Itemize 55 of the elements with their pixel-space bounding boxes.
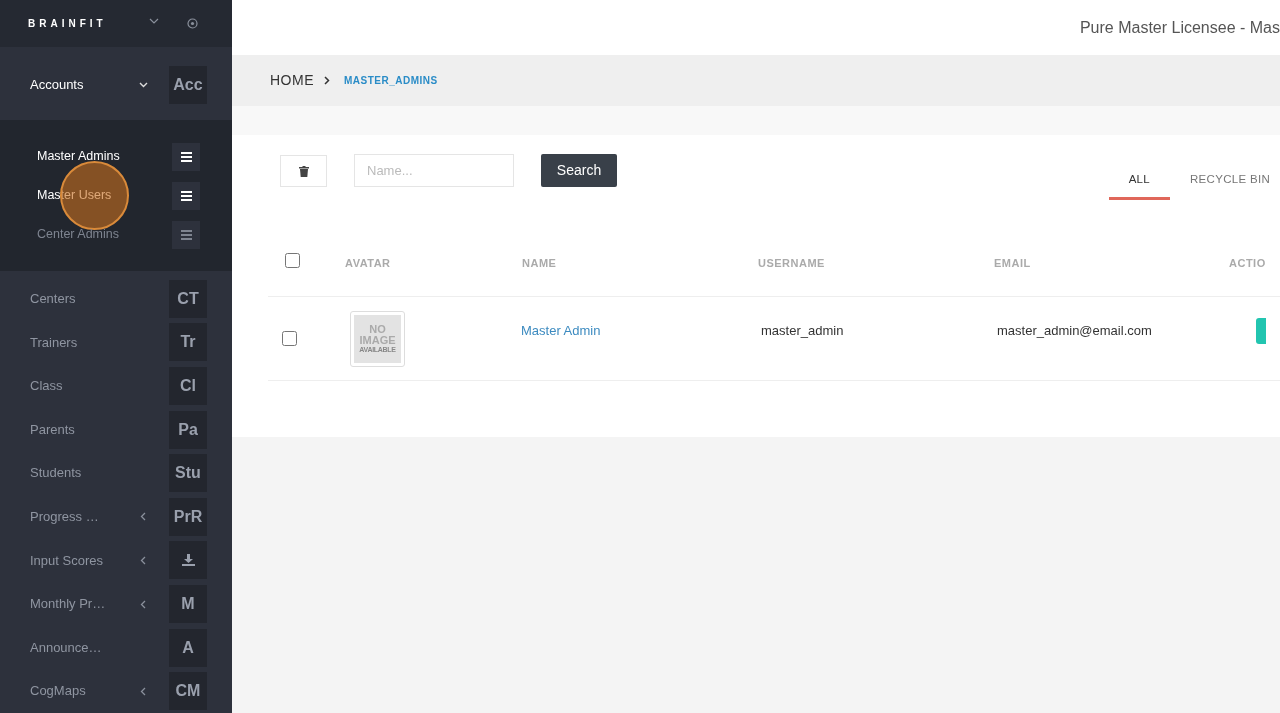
- column-header: ACTIO: [1229, 255, 1266, 271]
- chevron-down-icon: [138, 81, 148, 88]
- menu-icon[interactable]: [172, 142, 200, 171]
- table-cell: master_admin: [761, 322, 844, 338]
- chevron-left-icon: [140, 686, 146, 696]
- menu-badge: Tr: [169, 323, 207, 362]
- menu-badge: Acc: [169, 65, 207, 104]
- menu-icon[interactable]: [172, 181, 200, 210]
- submenu-item[interactable]: Master Admins: [37, 147, 172, 166]
- table-cell: master_admin@email.com: [997, 322, 1152, 338]
- avatar-placeholder-text: IMAGE: [359, 335, 396, 346]
- row-checkbox[interactable]: [282, 331, 297, 346]
- name-search-field[interactable]: Name...: [354, 154, 514, 187]
- sidebar-item[interactable]: Centers CT: [0, 277, 232, 321]
- brand-logo: BRAINFIT: [28, 17, 108, 32]
- target-icon[interactable]: [187, 18, 198, 30]
- menu-badge: PrR: [169, 497, 207, 536]
- menu-badge: CT: [169, 279, 207, 318]
- column-header: AVATAR: [345, 255, 392, 271]
- sidebar-item[interactable]: Students Stu: [0, 451, 232, 496]
- column-header: EMAIL: [994, 255, 1032, 271]
- menu-badge: Stu: [169, 454, 207, 493]
- tab[interactable]: ALL: [1108, 165, 1170, 200]
- chevron-right-icon: [324, 76, 330, 85]
- sidebar-item[interactable]: Progress … PrR: [0, 495, 232, 539]
- chevron-left-icon: [140, 599, 146, 609]
- search-button[interactable]: Search: [541, 154, 617, 187]
- delete-button[interactable]: [280, 155, 327, 187]
- breadcrumb-current: MASTER_ADMINS: [344, 74, 438, 88]
- breadcrumb-home[interactable]: HOME: [270, 70, 314, 91]
- user-title: Pure Master Licensee - Mas: [1079, 17, 1280, 38]
- menu-badge: Cl: [169, 367, 207, 406]
- sidebar-item[interactable]: Monthly Pr… M: [0, 582, 232, 626]
- download-icon: [181, 554, 195, 567]
- column-header: USERNAME: [758, 255, 826, 271]
- menu-badge: CM: [169, 672, 207, 711]
- chevron-left-icon: [140, 512, 146, 522]
- column-header: NAME: [522, 255, 558, 271]
- sidebar-item[interactable]: Announce… A: [0, 625, 232, 670]
- menu-badge: A: [169, 628, 207, 667]
- menu-badge: Pa: [169, 410, 207, 449]
- chevron-down-icon[interactable]: [149, 17, 159, 24]
- avatar-placeholder-text: NO: [369, 324, 386, 335]
- chevron-left-icon: [140, 555, 146, 565]
- tab[interactable]: RECYCLE BIN: [1170, 165, 1280, 200]
- sidebar-item[interactable]: Accounts Acc: [0, 47, 232, 121]
- name-link[interactable]: Master Admin: [521, 322, 601, 338]
- sidebar-item[interactable]: CogMaps CM: [0, 669, 232, 713]
- select-all-checkbox[interactable]: [285, 252, 300, 268]
- sidebar-item[interactable]: Parents Pa: [0, 407, 232, 452]
- sidebar-item[interactable]: Trainers Tr: [0, 320, 232, 365]
- menu-badge: M: [169, 585, 207, 623]
- sidebar-item[interactable]: Input Scores: [0, 538, 232, 583]
- sidebar-item[interactable]: Class Cl: [0, 364, 232, 408]
- trash-icon: [298, 165, 309, 177]
